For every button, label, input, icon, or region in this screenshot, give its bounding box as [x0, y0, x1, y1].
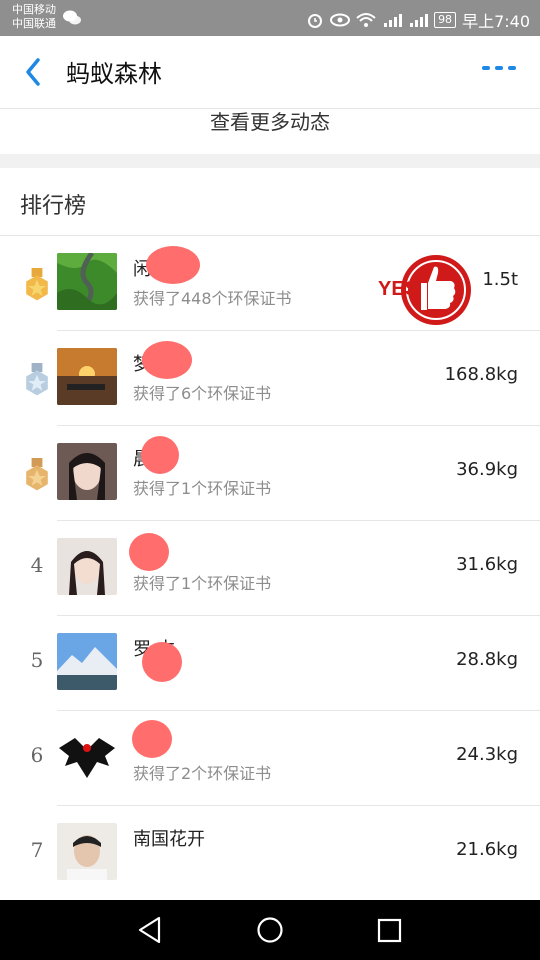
- certificate-count: 获得了2个环保证书: [133, 764, 272, 783]
- energy-value: 31.6kg: [456, 554, 518, 575]
- gold-medal-icon: [26, 268, 48, 301]
- eye-icon: [330, 13, 351, 27]
- redaction-mark: [132, 720, 172, 758]
- wifi-icon: [356, 13, 376, 27]
- silver-medal-icon: [26, 363, 48, 396]
- battery-icon: 98: [434, 12, 457, 28]
- ranking-row[interactable]: 4 留 获得了1个环保证书 31.6kg: [0, 521, 540, 616]
- ranking-row[interactable]: 晨 获得了1个环保证书 36.9kg: [0, 426, 540, 521]
- nav-home-icon[interactable]: [256, 916, 284, 944]
- status-icons: 98 早上7:40: [306, 8, 530, 32]
- signal-4g-icon: [410, 14, 429, 27]
- avatar: [57, 538, 117, 595]
- energy-value: 28.8kg: [456, 649, 518, 670]
- avatar: [57, 348, 117, 405]
- clock: 早上7:40: [462, 12, 530, 31]
- view-more-link[interactable]: 查看更多动态: [0, 108, 540, 154]
- certificate-count: 获得了1个环保证书: [133, 574, 272, 593]
- avatar: [57, 443, 117, 500]
- redaction-mark: [146, 246, 200, 284]
- yes-thumbs-up-stamp: YES: [378, 255, 471, 325]
- certificate-count: 获得了1个环保证书: [133, 479, 272, 498]
- redaction-mark: [142, 341, 192, 379]
- page-title: 蚂蚁森林: [66, 60, 162, 88]
- alarm-icon: [308, 14, 323, 28]
- energy-value: 36.9kg: [456, 459, 518, 480]
- carrier-2: 中国联通: [12, 17, 56, 30]
- energy-value: 24.3kg: [456, 744, 518, 765]
- section-gap: [0, 154, 540, 168]
- redaction-mark: [141, 436, 179, 474]
- avatar: [57, 253, 117, 310]
- back-arrow-icon[interactable]: [20, 54, 48, 90]
- redaction-mark: [142, 642, 182, 682]
- rank-number: 5: [30, 648, 44, 672]
- certificate-count: 获得了6个环保证书: [133, 384, 272, 403]
- avatar: [57, 728, 117, 785]
- carrier-1: 中国移动: [12, 3, 56, 16]
- status-bar: 中国移动 中国联通 98 早上7:40: [0, 0, 540, 36]
- ranking-row[interactable]: 梦 城 获得了6个环保证书 168.8kg: [0, 331, 540, 426]
- rank-number: 7: [30, 838, 44, 862]
- rank-number: 6: [30, 743, 44, 767]
- system-nav-bar: [0, 900, 540, 960]
- nav-recent-icon[interactable]: [377, 918, 403, 944]
- redaction-mark: [129, 533, 169, 571]
- more-icon[interactable]: [482, 62, 516, 74]
- ranking-row[interactable]: 7 南国花开 21.6kg: [0, 806, 540, 901]
- rank-number: 4: [30, 553, 44, 577]
- energy-value: 168.8kg: [444, 364, 518, 385]
- bronze-medal-icon: [26, 458, 48, 491]
- user-name: 南国花开: [133, 829, 205, 850]
- carrier-info: 中国移动 中国联通: [12, 3, 56, 31]
- certificate-count: 获得了448个环保证书: [133, 289, 292, 308]
- title-bar: 蚂蚁森林: [0, 36, 540, 109]
- avatar: [57, 823, 117, 880]
- avatar: [57, 633, 117, 690]
- stamp-text: YES: [378, 278, 418, 300]
- wechat-icon: [63, 10, 81, 25]
- energy-value: 21.6kg: [456, 839, 518, 860]
- ranking-row[interactable]: 5 罗 古 28.8kg: [0, 616, 540, 711]
- energy-value: 1.5t: [482, 269, 518, 290]
- nav-back-icon[interactable]: [137, 916, 163, 944]
- ranking-title: 排行榜: [20, 194, 87, 219]
- ranking-row[interactable]: 6 小 获得了2个环保证书 24.3kg: [0, 711, 540, 806]
- signal-2g-icon: [384, 14, 403, 27]
